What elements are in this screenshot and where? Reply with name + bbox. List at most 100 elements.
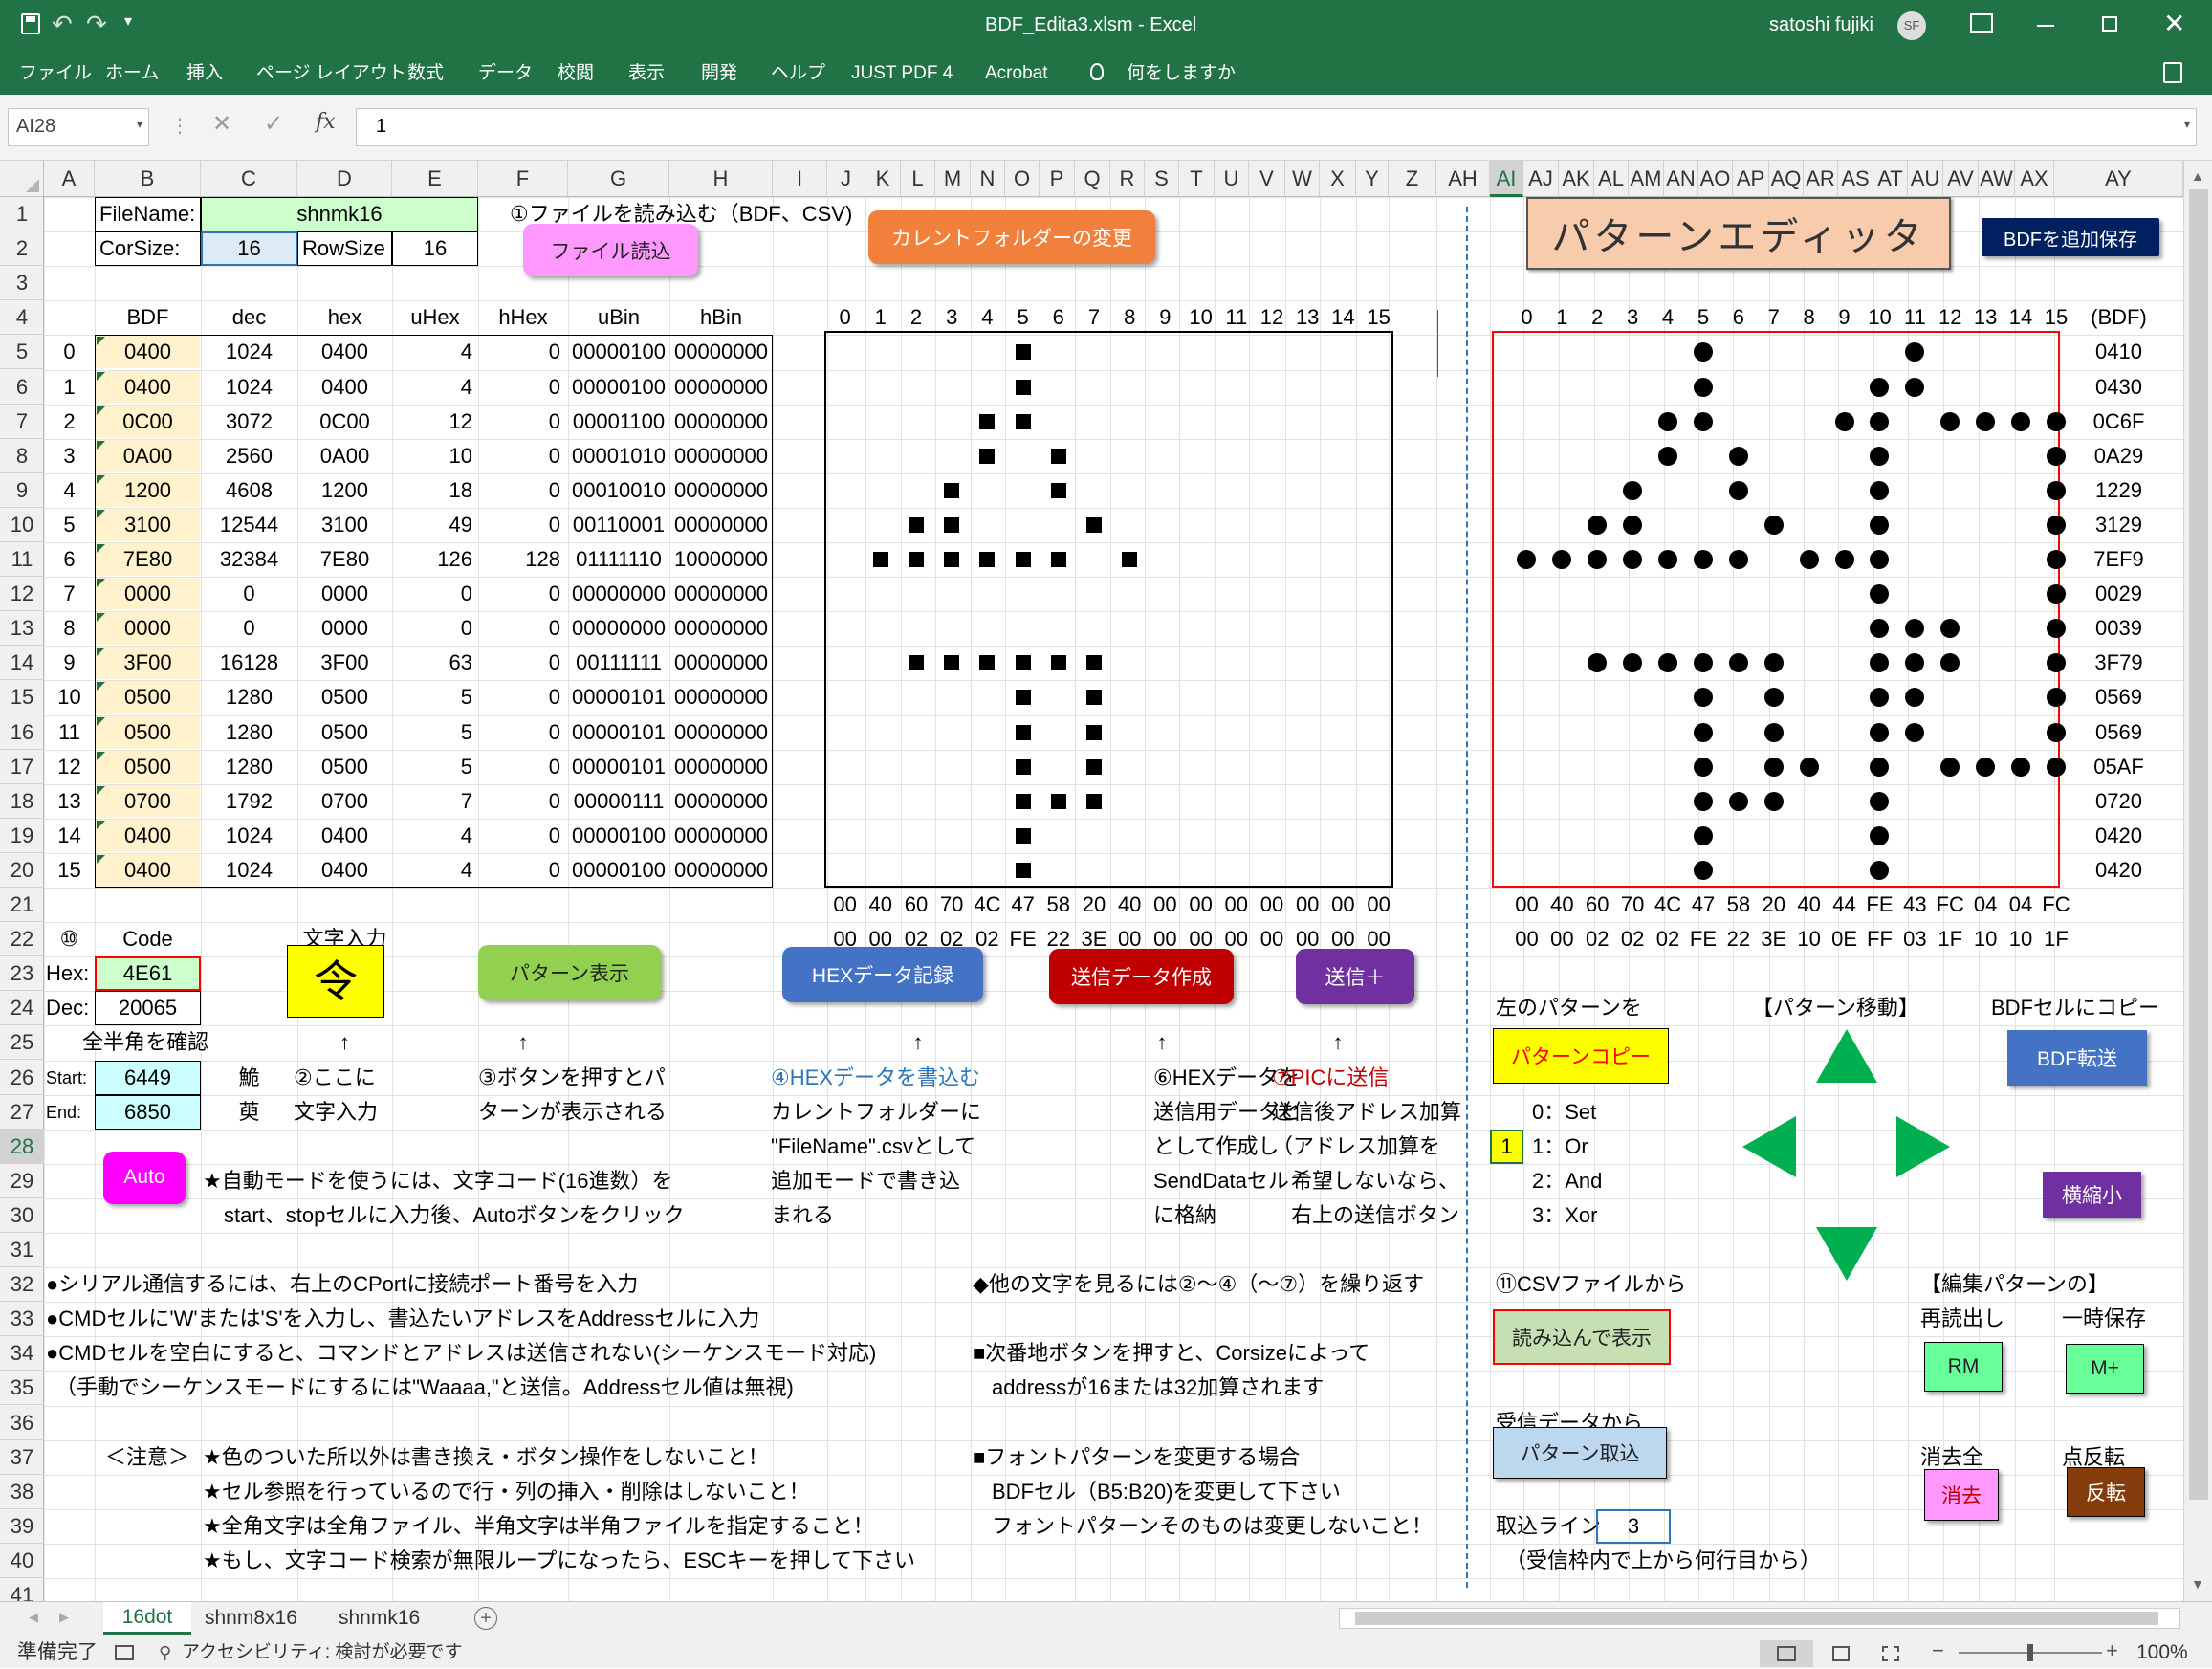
mode-value-field[interactable]: 1 [1490, 1129, 1523, 1164]
row-header-6[interactable]: 6 [0, 370, 44, 405]
csv-load-button[interactable]: 読み込んで表示 [1493, 1309, 1671, 1366]
pixel-dot[interactable] [1693, 722, 1713, 742]
enter-icon[interactable]: ✓ [264, 110, 283, 138]
pixel-square[interactable] [1015, 827, 1031, 844]
filename-field[interactable]: shnmk16 [201, 197, 478, 231]
zoom-level[interactable]: 100% [2136, 1636, 2188, 1669]
column-header-k[interactable]: K [865, 161, 901, 197]
pixel-dot[interactable] [1658, 446, 1678, 466]
row-header-38[interactable]: 38 [0, 1475, 44, 1509]
char-input-field[interactable]: 令 [287, 945, 384, 1019]
invert-button[interactable]: 反転 [2067, 1466, 2145, 1517]
pixel-dot[interactable] [1728, 480, 1748, 500]
row-header-15[interactable]: 15 [0, 680, 44, 715]
add-sheet-icon[interactable]: + [474, 1607, 497, 1630]
row-header-18[interactable]: 18 [0, 784, 44, 819]
column-header-l[interactable]: L [901, 161, 935, 197]
pixel-dot[interactable] [1870, 757, 1890, 777]
pixel-dot[interactable] [1976, 757, 1996, 777]
hex-record-button[interactable]: HEXデータ記録 [782, 947, 983, 1003]
redo-icon[interactable]: ↷ [86, 10, 107, 39]
pixel-dot[interactable] [1693, 791, 1713, 811]
pixel-square[interactable] [1015, 413, 1031, 429]
row-header-21[interactable]: 21 [0, 888, 44, 923]
pixel-dot[interactable] [1763, 791, 1784, 811]
end-code-field[interactable]: 6850 [95, 1094, 201, 1130]
pixel-dot[interactable] [1870, 411, 1890, 431]
row-header-7[interactable]: 7 [0, 405, 44, 439]
column-header-x[interactable]: X [1320, 161, 1356, 197]
column-header-ah[interactable]: AH [1436, 161, 1490, 197]
pixel-dot[interactable] [1658, 550, 1678, 569]
pixel-dot[interactable] [1728, 550, 1748, 569]
pixel-square[interactable] [909, 552, 924, 567]
pixel-dot[interactable] [1623, 550, 1643, 569]
column-header-ao[interactable]: AO [1698, 161, 1733, 197]
row-header-36[interactable]: 36 [0, 1406, 44, 1440]
row-header-32[interactable]: 32 [0, 1267, 44, 1303]
capture-line-field[interactable]: 3 [1596, 1508, 1671, 1544]
pixel-dot[interactable] [1763, 722, 1784, 742]
avatar[interactable]: SF [1897, 11, 1926, 40]
pixel-dot[interactable] [1623, 515, 1643, 535]
column-header-aj[interactable]: AJ [1523, 161, 1559, 197]
undo-icon[interactable]: ↶ [52, 10, 73, 39]
pixel-square[interactable] [1050, 655, 1066, 671]
column-header-aq[interactable]: AQ [1769, 161, 1804, 197]
vertical-scrollbar-track[interactable]: ▲ ▼ [2183, 161, 2212, 1601]
rm-button[interactable]: RM [1924, 1342, 2003, 1393]
pixel-dot[interactable] [1763, 757, 1784, 777]
pixel-square[interactable] [1015, 758, 1031, 775]
bdf-cell[interactable]: 7E80 [96, 543, 200, 576]
send-plus-button[interactable]: 送信＋ [1296, 949, 1414, 1005]
column-header-an[interactable]: AN [1664, 161, 1698, 197]
sheet-tab-shnmk16[interactable]: shnmk16 [339, 1602, 420, 1635]
pixel-square[interactable] [1015, 724, 1031, 740]
column-header-t[interactable]: T [1179, 161, 1215, 197]
pixel-square[interactable] [1015, 344, 1031, 361]
row-header-2[interactable]: 2 [0, 231, 44, 267]
column-header-h[interactable]: H [669, 161, 773, 197]
pixel-square[interactable] [1086, 690, 1102, 706]
pixel-square[interactable] [1122, 552, 1138, 567]
row-header-14[interactable]: 14 [0, 646, 44, 681]
column-header-p[interactable]: P [1040, 161, 1075, 197]
tab-page-layout[interactable]: ページ レイアウト [256, 53, 406, 95]
pixel-square[interactable] [1050, 793, 1066, 809]
row-header-25[interactable]: 25 [0, 1025, 44, 1061]
share-icon[interactable] [2163, 62, 2182, 83]
insert-function-icon[interactable]: fx [316, 110, 336, 134]
pixel-dot[interactable] [1834, 411, 1854, 431]
column-header-al[interactable]: AL [1594, 161, 1629, 197]
start-code-field[interactable]: 6449 [95, 1060, 201, 1095]
pixel-square[interactable] [944, 516, 960, 533]
row-header-20[interactable]: 20 [0, 853, 44, 888]
pixel-dot[interactable] [1693, 377, 1713, 397]
column-header-av[interactable]: AV [1943, 161, 1979, 197]
row-header-9[interactable]: 9 [0, 473, 44, 508]
bdf-cell[interactable]: 3100 [96, 508, 200, 541]
row-header-29[interactable]: 29 [0, 1164, 44, 1198]
move-left-button[interactable] [1742, 1115, 1796, 1177]
move-right-button[interactable] [1896, 1115, 1950, 1177]
pixel-square[interactable] [979, 655, 996, 671]
pixel-dot[interactable] [1870, 377, 1890, 397]
bdf-cell[interactable]: 0700 [96, 784, 200, 818]
row-header-13[interactable]: 13 [0, 611, 44, 647]
row-header-40[interactable]: 40 [0, 1544, 44, 1578]
column-header-j[interactable]: J [827, 161, 865, 197]
tab-review[interactable]: 校閲 [558, 53, 594, 95]
select-all-corner[interactable] [0, 161, 44, 197]
pixel-square[interactable] [979, 552, 996, 567]
column-header-w[interactable]: W [1285, 161, 1320, 197]
row-header-34[interactable]: 34 [0, 1336, 44, 1372]
scroll-thumb[interactable] [2189, 189, 2208, 1500]
pixel-dot[interactable] [2011, 757, 2031, 777]
bdf-cell[interactable]: 0400 [96, 336, 200, 369]
tab-view[interactable]: 表示 [628, 53, 665, 95]
tab-just-pdf[interactable]: JUST PDF 4 [851, 53, 953, 95]
column-header-g[interactable]: G [568, 161, 669, 197]
column-header-y[interactable]: Y [1356, 161, 1389, 197]
name-box[interactable]: AI28 ▾ [8, 108, 149, 146]
pixel-square[interactable] [909, 516, 924, 533]
